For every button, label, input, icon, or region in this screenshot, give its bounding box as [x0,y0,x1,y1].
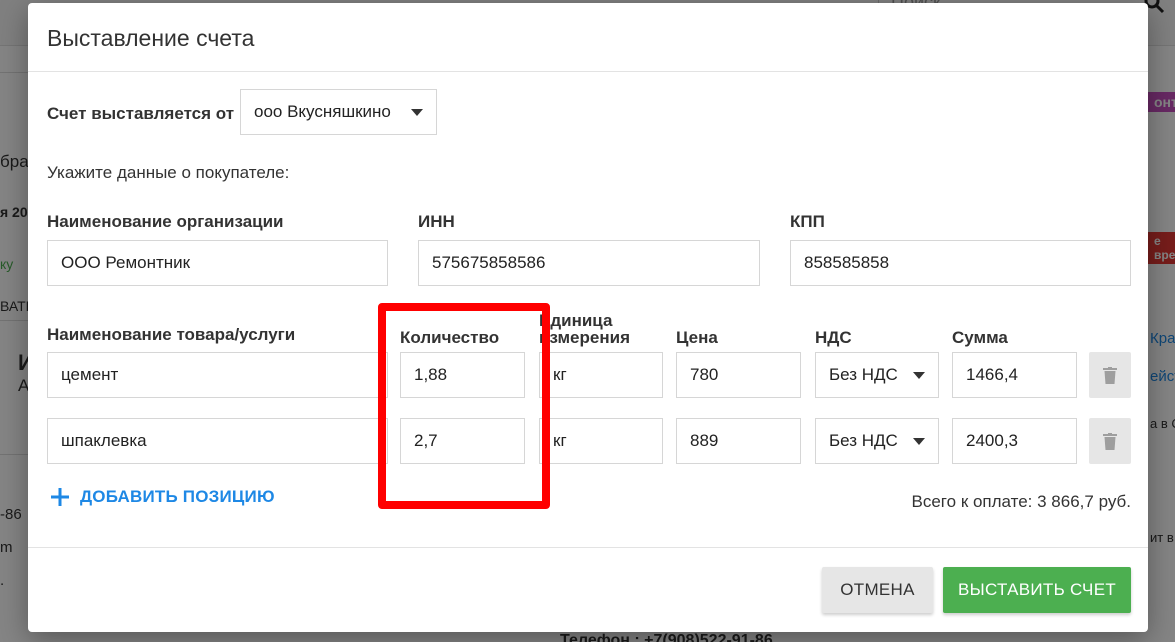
row-item-field[interactable]: шпаклевка [47,418,388,464]
issuer-label: Счет выставляется от [47,104,235,123]
add-position-label: ДОБАВИТЬ ПОЗИЦИЮ [80,487,275,506]
submit-invoice-button[interactable]: ВЫСТАВИТЬ СЧЕТ [943,567,1131,613]
caret-down-icon [913,437,925,445]
issuer-select-value: ооо Вкусняшкино [254,102,391,121]
column-header-unit: Единица измерения [539,312,630,346]
delete-row-button[interactable] [1089,418,1131,464]
kpp-label: КПП [790,212,825,231]
row-item-field[interactable]: цемент [47,352,388,398]
row-unit-field[interactable]: кг [539,352,663,398]
row-price-field[interactable]: 780 [676,352,801,398]
add-position-button[interactable]: ДОБАВИТЬ ПОЗИЦИЮ [50,487,275,507]
quantity-highlight-box [378,303,550,509]
org-name-field[interactable]: ООО Ремонтник [47,240,388,286]
dialog-title: Выставление счета [47,25,255,51]
trash-icon [1103,432,1117,450]
column-header-vat: НДС [815,328,852,347]
inn-label: ИНН [418,212,455,231]
column-header-sum: Сумма [952,328,1008,347]
cancel-button[interactable]: ОТМЕНА [822,567,933,613]
row-vat-value: Без НДС [829,365,898,384]
row-vat-select[interactable]: Без НДС [815,418,939,464]
inn-field[interactable]: 575675858586 [418,240,760,286]
trash-icon [1103,366,1117,384]
column-header-unit-line2: измерения [539,328,630,347]
delete-row-button[interactable] [1089,352,1131,398]
column-header-item: Наименование товара/услуги [47,325,296,344]
divider [28,547,1148,548]
org-name-label: Наименование организации [47,212,284,231]
caret-down-icon [411,108,423,116]
row-sum-field[interactable]: 2400,3 [952,418,1077,464]
row-vat-value: Без НДС [829,431,898,450]
caret-down-icon [913,371,925,379]
plus-icon [51,488,69,506]
invoice-dialog: Выставление счета Счет выставляется от о… [28,3,1148,632]
column-header-price: Цена [676,328,718,347]
kpp-field[interactable]: 858585858 [790,240,1131,286]
divider [28,71,1148,72]
column-header-unit-line1: Единица [539,311,613,330]
buyer-prompt: Укажите данные о покупателе: [47,163,290,182]
row-price-field[interactable]: 889 [676,418,801,464]
row-unit-field[interactable]: кг [539,418,663,464]
row-vat-select[interactable]: Без НДС [815,352,939,398]
total-amount: Всего к оплате: 3 866,7 руб. [911,492,1131,511]
issuer-select[interactable]: ооо Вкусняшкино [240,89,437,135]
row-sum-field[interactable]: 1466,4 [952,352,1077,398]
